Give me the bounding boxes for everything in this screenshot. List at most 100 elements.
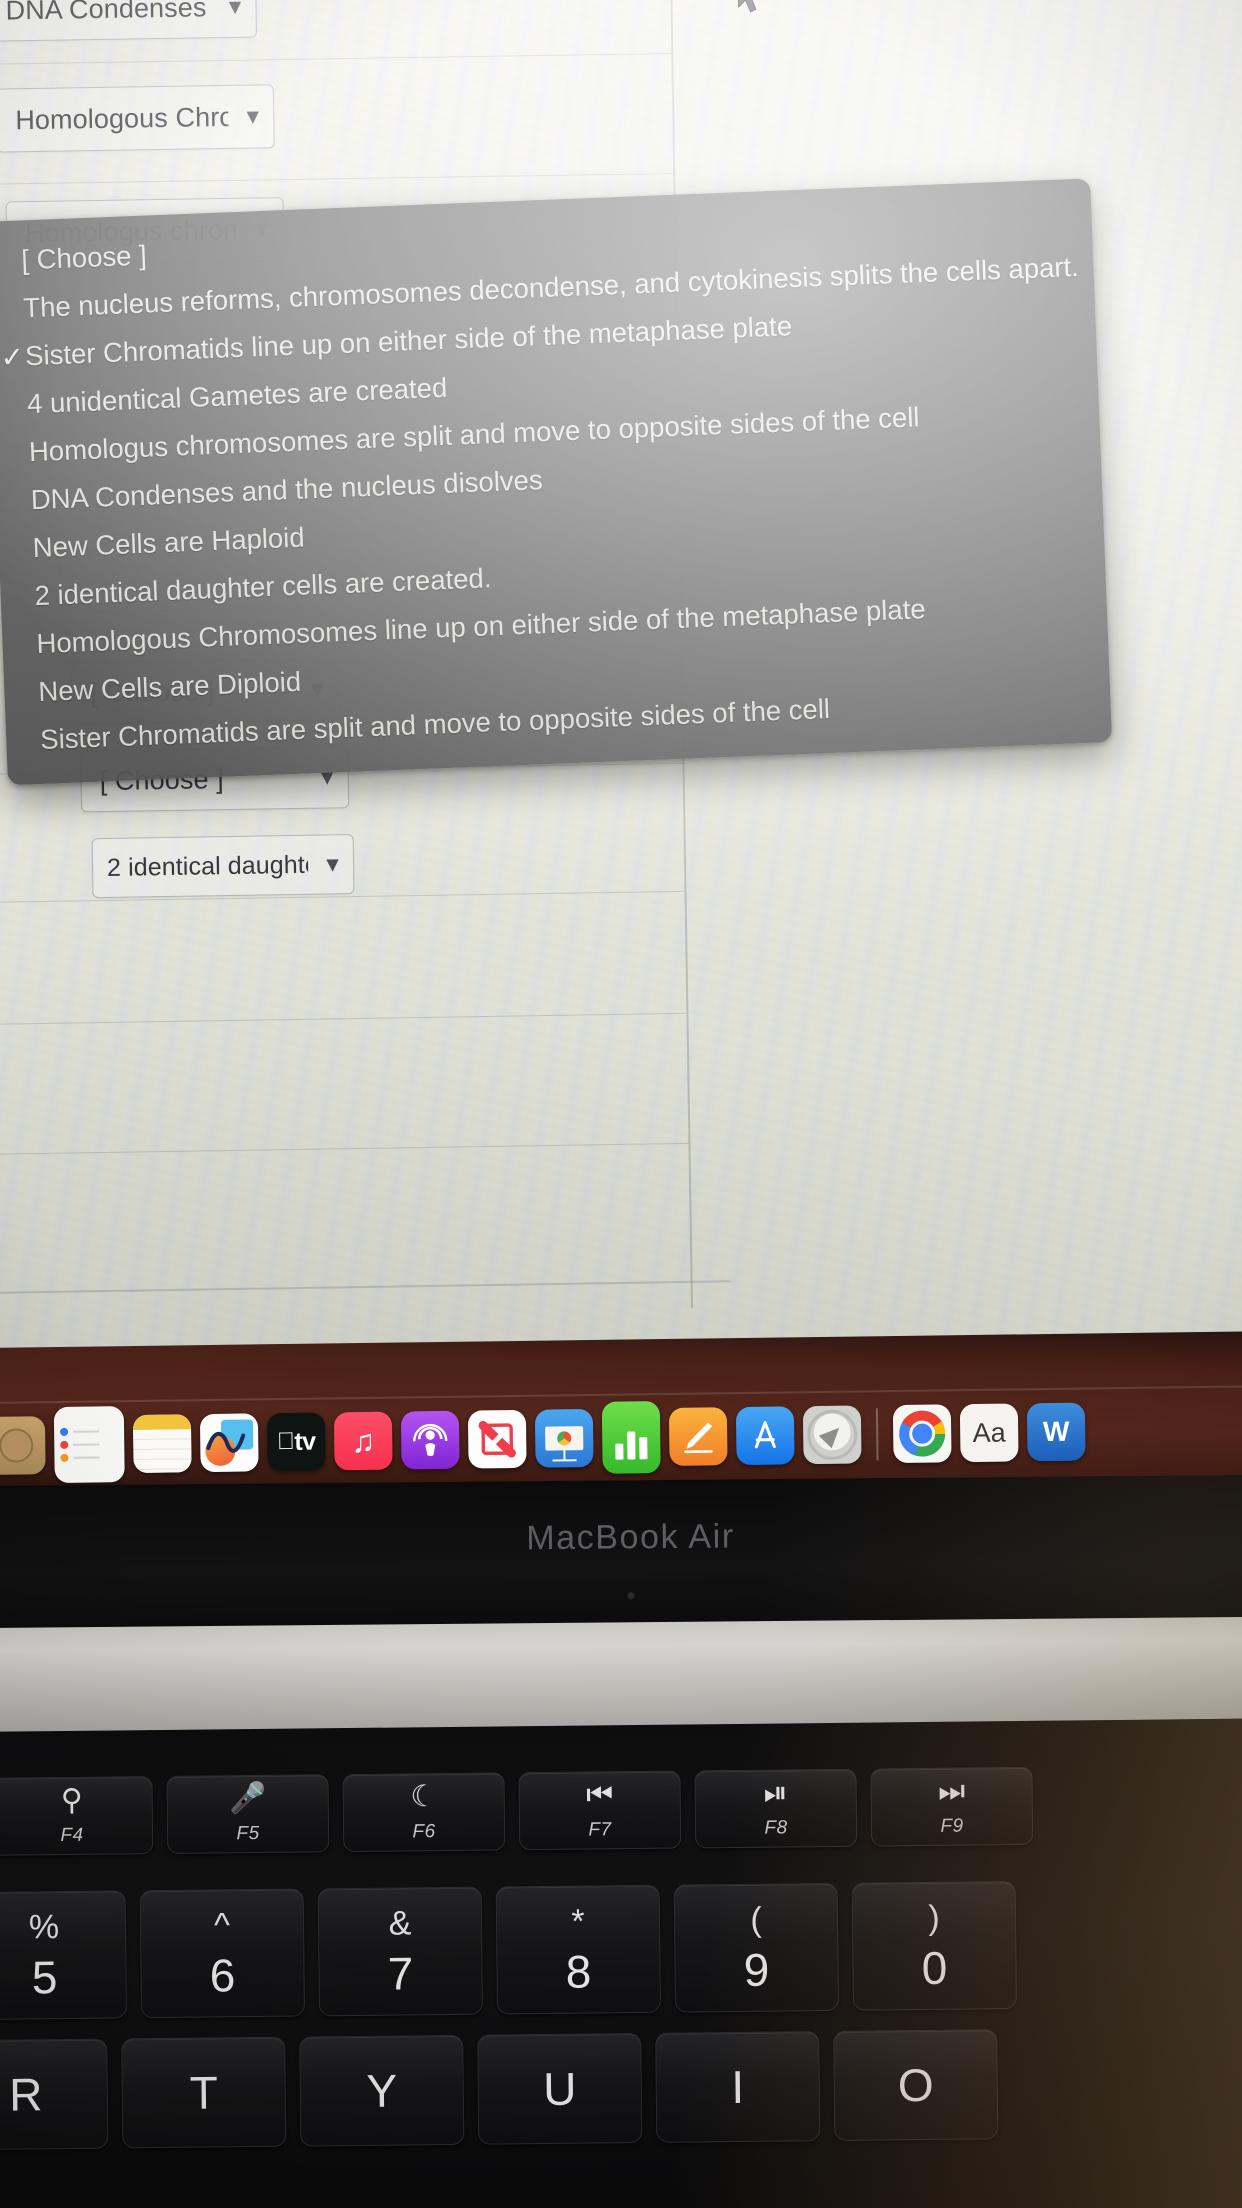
select-value: 2 identical daughter cells xyxy=(106,850,309,882)
key-digit: 5 xyxy=(31,1951,58,2004)
select-options-popup[interactable]: [ Choose ] The nucleus reforms, chromoso… xyxy=(0,178,1113,786)
key-symbol: & xyxy=(388,1904,412,1943)
key-digit: Y xyxy=(366,2064,398,2117)
key-digit: U xyxy=(542,2062,577,2116)
dock-separator xyxy=(875,1408,879,1461)
hinge-dot xyxy=(627,1592,635,1600)
music-note-glyph: ♫ xyxy=(351,1422,376,1459)
spotlight-search-icon: ⚲ xyxy=(60,1783,83,1817)
key-5[interactable]: % 5 xyxy=(0,1890,128,2021)
rewind-icon: ⏮ xyxy=(586,1777,614,1812)
key-symbol: ^ xyxy=(213,1906,231,1945)
macos-dock[interactable]: tv ♫ xyxy=(0,1330,1242,1498)
notes-icon[interactable] xyxy=(132,1414,192,1473)
fast-forward-icon: ⏭ xyxy=(937,1774,966,1808)
key-symbol: ( xyxy=(750,1900,762,1939)
dock-icon-row: tv ♫ xyxy=(0,1394,1086,1484)
apple-tv-label: tv xyxy=(285,1427,316,1456)
key-y[interactable]: Y xyxy=(299,2034,465,2147)
quiz-row-separator xyxy=(0,1012,687,1025)
key-8[interactable]: * 8 xyxy=(495,1884,661,2015)
key-i[interactable]: I xyxy=(655,2031,821,2143)
select-value: Homologous Chromoson xyxy=(15,101,229,135)
key-digit: T xyxy=(189,2066,219,2119)
key-symbol: * xyxy=(571,1902,585,1941)
key-r[interactable]: R xyxy=(0,2038,109,2151)
key-label: F7 xyxy=(588,1818,612,1841)
key-7[interactable]: & 7 xyxy=(317,1886,483,2017)
key-symbol: % xyxy=(28,1908,60,1947)
key-label: F6 xyxy=(412,1820,436,1842)
quiz-bottom-rule xyxy=(0,1280,731,1294)
key-digit: 8 xyxy=(565,1945,592,1998)
word-label: W xyxy=(1042,1415,1070,1448)
numbers-icon[interactable] xyxy=(601,1401,661,1474)
chrome-icon[interactable] xyxy=(892,1404,952,1464)
select-homologous-chromosomes[interactable]: Homologous Chromoson ▼ xyxy=(0,84,275,153)
freeform-icon[interactable] xyxy=(199,1413,259,1473)
key-digit: O xyxy=(897,2058,934,2112)
safari-icon[interactable] xyxy=(802,1405,862,1465)
laptop-keyboard[interactable]: ⚲ F4 🎤 F5 ☾ F6 ⏮ F7 ⏯ F8 ⏭ F9 % 5 ^ 6 & … xyxy=(0,1718,1242,2208)
checkmark-icon xyxy=(1,404,27,405)
checkmark-icon xyxy=(12,692,38,693)
macbook-air-label: MacBook Air xyxy=(526,1517,735,1558)
popup-option-label: New Cells are Diploid xyxy=(37,665,302,708)
photograph-of-laptop: DNA Condenses and the ▼ Homologous Chrom… xyxy=(0,0,1242,2208)
key-0[interactable]: ) 0 xyxy=(851,1881,1017,2011)
checkmark-icon xyxy=(0,308,23,309)
play-pause-icon: ⏯ xyxy=(763,1775,788,1810)
news-icon[interactable] xyxy=(467,1409,527,1469)
chevron-down-icon: ▼ xyxy=(242,104,264,129)
checkmark-icon: ✓ xyxy=(0,340,25,373)
key-t[interactable]: T xyxy=(121,2036,287,2149)
key-f7[interactable]: ⏮ F7 xyxy=(518,1770,682,1851)
checkmark-icon xyxy=(3,452,29,453)
checkmark-icon xyxy=(0,260,21,261)
checkmark-icon xyxy=(9,596,35,597)
key-digit: R xyxy=(8,2068,43,2121)
key-o[interactable]: O xyxy=(833,2029,999,2141)
chevron-down-icon: ▼ xyxy=(321,852,344,877)
podcasts-icon[interactable] xyxy=(400,1410,460,1470)
quiz-row-separator xyxy=(0,172,674,185)
key-digit: 6 xyxy=(209,1949,236,2002)
font-book-label: Aa xyxy=(972,1417,1006,1448)
chevron-down-icon: ▼ xyxy=(224,0,246,19)
app-store-icon[interactable] xyxy=(735,1406,795,1466)
font-book-icon[interactable]: Aa xyxy=(959,1403,1019,1463)
key-label: F5 xyxy=(236,1822,260,1844)
key-f4[interactable]: ⚲ F4 xyxy=(0,1776,154,1856)
key-label: F8 xyxy=(764,1816,788,1839)
finder-icon[interactable] xyxy=(0,1416,46,1475)
music-icon[interactable]: ♫ xyxy=(333,1411,393,1471)
quiz-row-separator xyxy=(0,1142,689,1155)
key-f9[interactable]: ⏭ F9 xyxy=(870,1766,1034,1847)
key-9[interactable]: ( 9 xyxy=(673,1882,839,2013)
reminders-icon[interactable] xyxy=(53,1406,125,1484)
do-not-disturb-moon-icon: ☾ xyxy=(410,1779,438,1813)
key-u[interactable]: U xyxy=(477,2032,643,2145)
key-f6[interactable]: ☾ F6 xyxy=(342,1772,506,1853)
word-icon[interactable]: W xyxy=(1026,1402,1086,1462)
keynote-icon[interactable] xyxy=(534,1408,594,1468)
select-value: DNA Condenses and the xyxy=(5,0,211,25)
checkmark-icon xyxy=(5,500,31,501)
checkmark-icon xyxy=(14,740,40,741)
key-6[interactable]: ^ 6 xyxy=(139,1888,305,2019)
key-label: F9 xyxy=(940,1815,964,1837)
checkmark-icon xyxy=(7,548,33,549)
key-digit: 0 xyxy=(921,1941,948,1995)
key-label: F4 xyxy=(60,1824,84,1846)
quiz-row-separator xyxy=(0,52,672,65)
key-f5[interactable]: 🎤 F5 xyxy=(166,1774,330,1854)
select-dna-condenses[interactable]: DNA Condenses and the ▼ xyxy=(0,0,258,42)
popup-option-label: 4 unidentical Gametes are created xyxy=(26,371,448,420)
select-2-identical-daughter-cells[interactable]: 2 identical daughter cells ▼ xyxy=(91,834,355,899)
key-digit: 9 xyxy=(743,1943,770,1996)
checkmark-icon xyxy=(11,644,37,645)
mouse-pointer-icon xyxy=(736,0,765,16)
apple-tv-icon[interactable]: tv xyxy=(266,1412,326,1472)
key-f8[interactable]: ⏯ F8 xyxy=(694,1768,858,1849)
pages-icon[interactable] xyxy=(668,1407,728,1466)
